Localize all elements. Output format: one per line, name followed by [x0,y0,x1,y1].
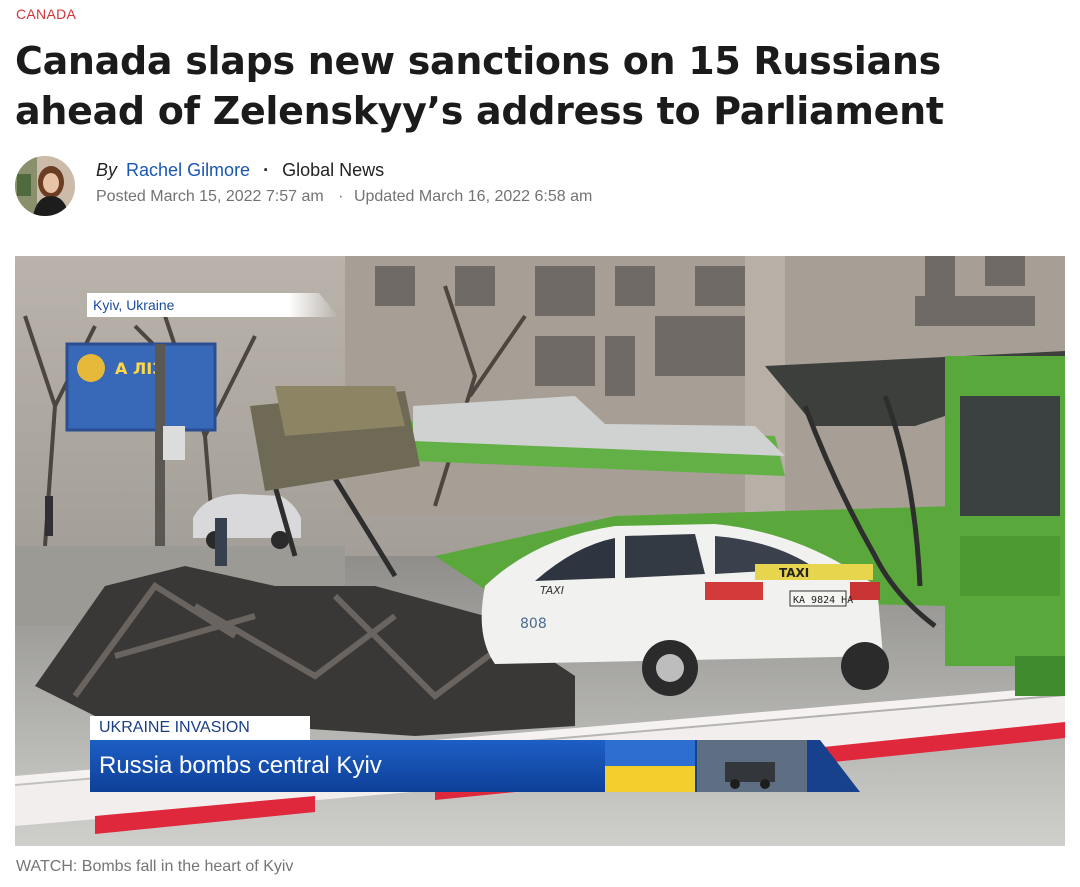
taxi-roof-sign: TAXI [779,566,809,580]
lower-third-headline: Russia bombs central Kyiv [90,740,605,792]
taxi-door-text: TAXI [540,584,564,597]
byline-by: By [96,160,118,180]
byline: By Rachel Gilmore · Global News [96,160,384,181]
outlet-name[interactable]: Global News [282,160,384,180]
article-dates: Posted March 15, 2022 7:57 am · Updated … [96,188,592,206]
hero-video[interactable]: А ЛІЗ TAXI КА 9824 НА TAXI 808 Kyiv, Ukr… [15,256,1065,846]
taxi-license-plate: КА 9824 НА [793,595,853,606]
article-headline: Canada slaps new sanctions on 15 Russian… [15,39,944,133]
author-link[interactable]: Rachel Gilmore [126,160,250,180]
posted-date: Posted March 15, 2022 7:57 am [96,188,324,205]
author-avatar[interactable] [15,156,75,216]
location-tag: Kyiv, Ukraine [87,293,339,317]
dates-separator: · [338,188,344,205]
video-caption: WATCH: Bombs fall in the heart of Kyiv [16,858,294,875]
lower-third-graphic [605,740,860,792]
lower-third-kicker: UKRAINE INVASION [90,716,310,740]
lower-third: UKRAINE INVASION Russia bombs central Ky… [90,716,860,794]
updated-date: Updated March 16, 2022 6:58 am [353,188,593,205]
byline-separator: · [263,160,270,180]
section-label[interactable]: CANADA [16,6,76,22]
taxi-number: 808 [520,616,547,632]
